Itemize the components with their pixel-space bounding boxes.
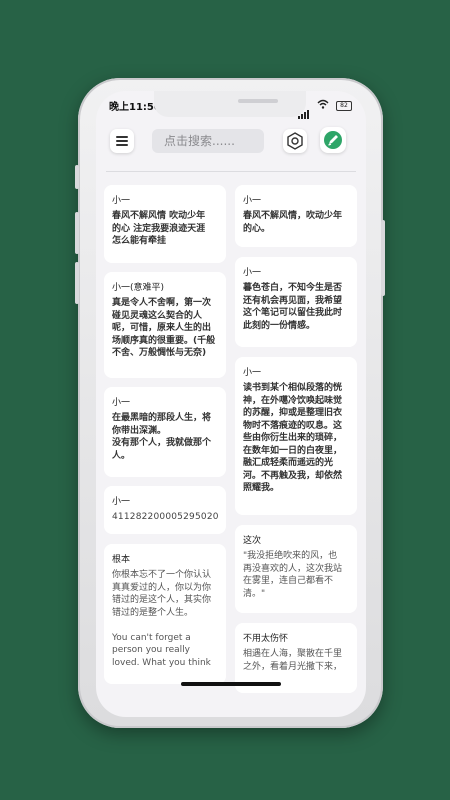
note-card[interactable]: 这次 "我没拒绝吹来的风，也 再没喜欢的人，这次我站 在雾里，连自己都看不 清。…	[235, 525, 357, 613]
home-indicator[interactable]	[181, 682, 281, 686]
note-title: 不用太伤怀	[243, 634, 289, 644]
edit-icon	[328, 135, 338, 146]
note-body: 真是令人不舍啊，第一次 碰见灵魂这么契合的人 呢，可惜，原来人生的出 场顺序真的…	[112, 298, 216, 358]
note-body: 读书到某个相似段落的恍 神，在外噶冷饮唤起味觉 的苏醒，抑或是整理旧衣 物时不落…	[243, 383, 343, 493]
toolbar: 点击搜索......	[96, 127, 366, 161]
note-card[interactable]: 小一(意难平) 真是令人不舍啊，第一次 碰见灵魂这么契合的人 呢，可惜，原来人生…	[104, 272, 226, 378]
note-card[interactable]: 小一 春风不解风情 吹动少年 的心 注定我要浪迹天涯 怎么能有牵挂	[104, 185, 226, 263]
note-body: 411282200005295020	[112, 512, 219, 522]
status-bar: 晚上11:50 82	[96, 91, 366, 119]
settings-button[interactable]	[283, 129, 307, 153]
notch	[154, 91, 306, 117]
note-body: 在最黑暗的那段人生，将 你带出深渊。 没有那个人，我就做那个 人。	[112, 413, 212, 461]
battery-icon: 82	[336, 101, 352, 111]
note-body: 暮色苍白，不知今生是否 还有机会再见面，我希望 这个笔记可以留住我此时 此刻的一…	[243, 283, 343, 331]
signal-icon	[298, 100, 310, 119]
wifi-icon	[317, 99, 329, 109]
note-body: 相遇在人海，聚散在千里 之外，看着月光撒下来，	[243, 649, 343, 672]
search-input[interactable]: 点击搜索......	[152, 129, 264, 153]
phone-side-button	[75, 262, 79, 304]
phone-screen: 晚上11:50 82 点击搜索...... 小一 春风不解风情 吹动少年 的心 …	[96, 91, 366, 717]
note-card[interactable]: 小一 暮色苍白，不知今生是否 还有机会再见面，我希望 这个笔记可以留住我此时 此…	[235, 257, 357, 347]
note-title: 小一	[243, 196, 262, 206]
note-title: 根本	[112, 555, 131, 565]
gear-icon	[287, 132, 303, 150]
note-body: 你根本忘不了一个你认认 真真爱过的人，你以为你 错过的是这个人，其实你 错过的是…	[112, 570, 212, 668]
toolbar-divider	[106, 171, 356, 172]
edit-button[interactable]	[320, 127, 346, 153]
note-title: 小一(意难平)	[112, 283, 165, 293]
phone-side-button	[381, 220, 385, 296]
note-card[interactable]: 小一 春风不解风情，吹动少年 的心。	[235, 185, 357, 247]
note-title: 小一	[112, 497, 131, 507]
note-body: 春风不解风情 吹动少年 的心 注定我要浪迹天涯 怎么能有牵挂	[112, 211, 206, 246]
note-body: "我没拒绝吹来的风，也 再没喜欢的人，这次我站 在雾里，连自己都看不 清。"	[243, 551, 343, 599]
note-title: 这次	[243, 536, 262, 546]
note-card[interactable]: 小一 读书到某个相似段落的恍 神，在外噶冷饮唤起味觉 的苏醒，抑或是整理旧衣 物…	[235, 357, 357, 515]
note-card[interactable]: 小一 411282200005295020	[104, 486, 226, 534]
speaker-grille	[238, 99, 278, 103]
phone-side-button	[75, 212, 79, 254]
note-card[interactable]: 根本 你根本忘不了一个你认认 真真爱过的人，你以为你 错过的是这个人，其实你 错…	[104, 544, 226, 684]
menu-button[interactable]	[110, 129, 134, 153]
note-body: 春风不解风情，吹动少年 的心。	[243, 211, 343, 234]
note-title: 小一	[112, 398, 131, 408]
note-title: 小一	[243, 368, 262, 378]
note-title: 小一	[243, 268, 262, 278]
phone-side-button	[75, 165, 79, 189]
note-card[interactable]: 小一 在最黑暗的那段人生，将 你带出深渊。 没有那个人，我就做那个 人。	[104, 387, 226, 477]
note-title: 小一	[112, 196, 131, 206]
